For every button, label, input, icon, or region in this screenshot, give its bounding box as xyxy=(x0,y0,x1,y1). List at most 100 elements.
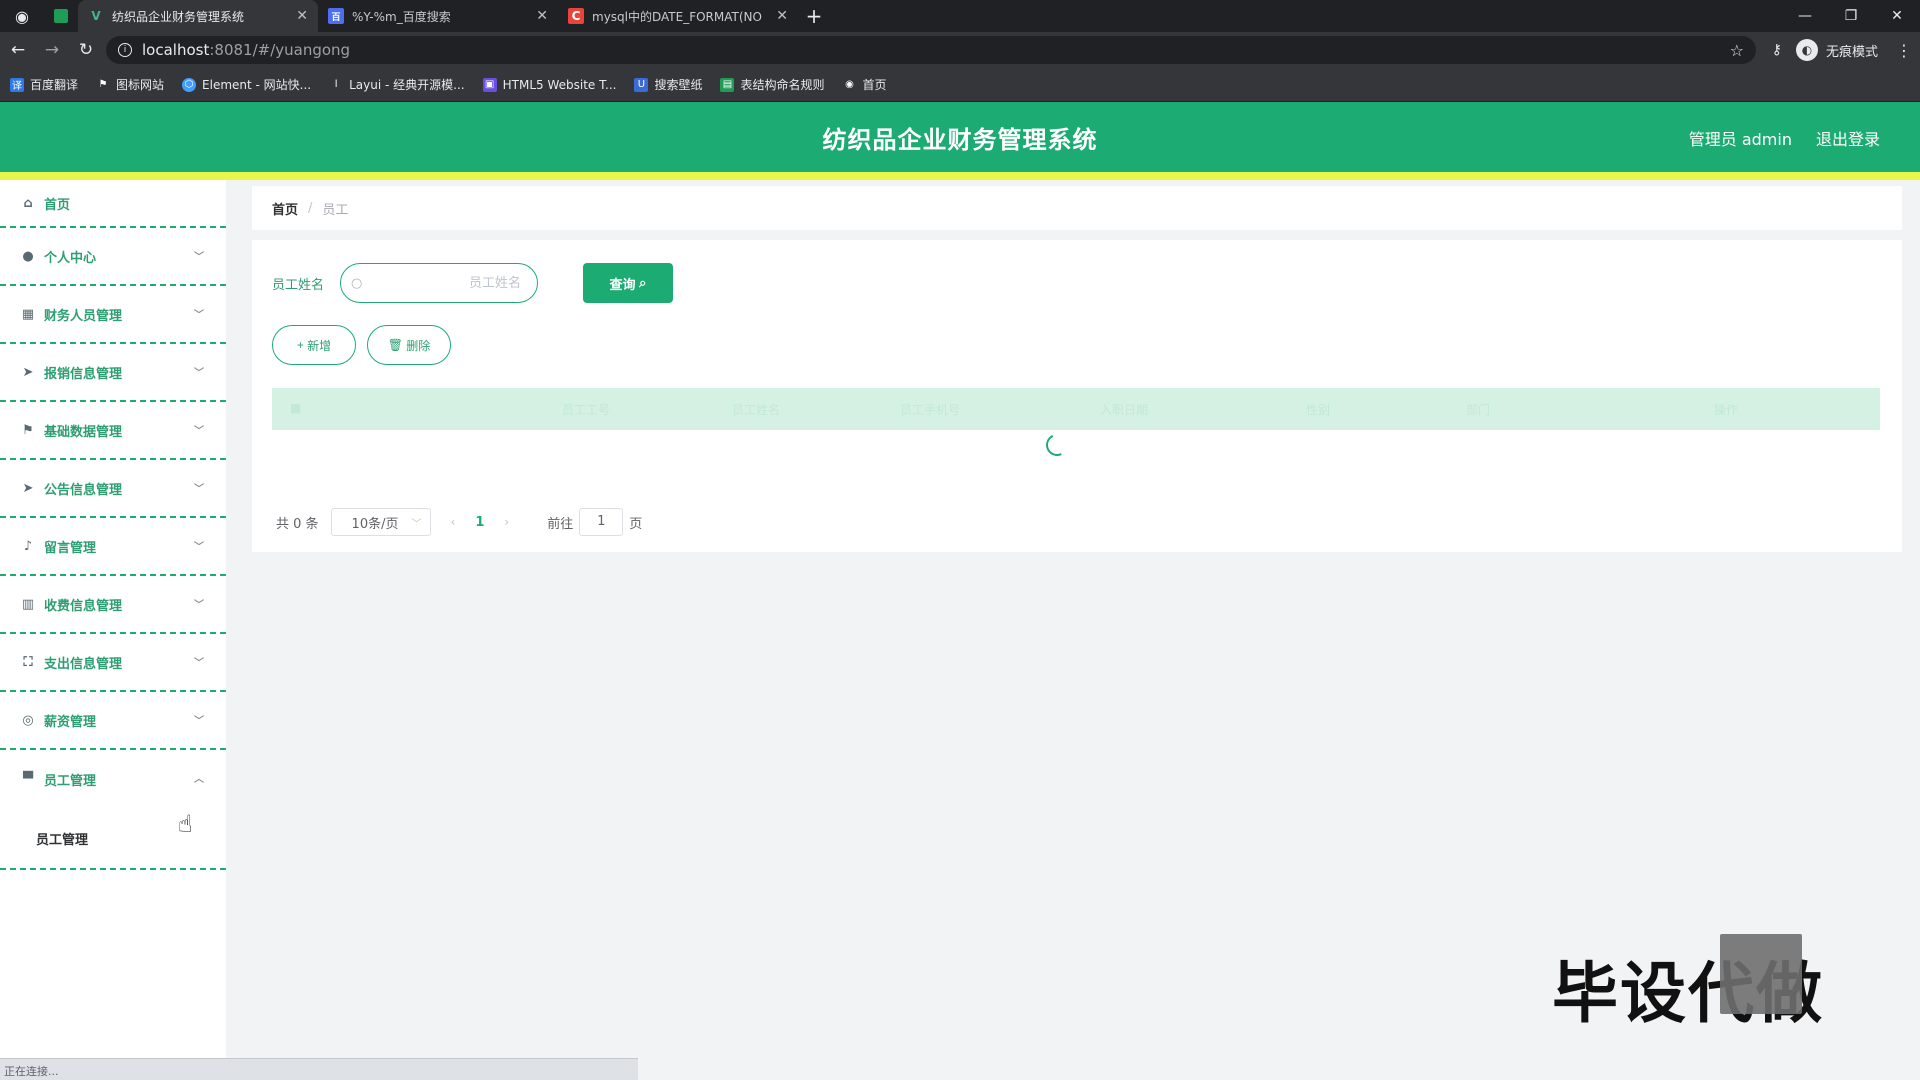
chevron-down-icon: ﹀ xyxy=(194,484,204,495)
tab-active[interactable]: V 纺织品企业财务管理系统 ✕ xyxy=(78,0,318,32)
chevron-down-icon: ﹀ xyxy=(194,252,204,263)
sidebar-item-reimbursement[interactable]: ➤ 报销信息管理 ﹀ xyxy=(0,344,226,402)
sidebar-item-label: 支出信息管理 xyxy=(44,656,123,672)
chevron-down-icon: ﹀ xyxy=(194,600,204,611)
goto-page-input[interactable]: 1 xyxy=(579,508,624,536)
trash-icon: 🗑 xyxy=(387,338,403,352)
close-tab-icon[interactable]: ✕ xyxy=(536,8,548,24)
monitor-icon: ▀ xyxy=(23,771,33,787)
chevron-down-icon: ﹀ xyxy=(194,716,204,727)
bookmark-item[interactable]: ◉ 首页 xyxy=(842,76,886,93)
address-bar[interactable]: i localhost:8081/#/yuangong ☆ xyxy=(106,36,1756,64)
bookmark-item[interactable]: U 搜索壁纸 xyxy=(634,76,702,93)
column-header: 性别 xyxy=(1306,403,1331,417)
search-input[interactable] xyxy=(371,272,521,294)
app-title: 纺织品企业财务管理系统 xyxy=(822,126,1098,154)
new-tab-button[interactable]: + xyxy=(798,4,830,28)
info-icon[interactable]: i xyxy=(118,43,132,57)
browser-tabstrip: ◉ V 纺织品企业财务管理系统 ✕ 百 %Y-%m_百度搜索 ✕ C mysql… xyxy=(0,0,1920,32)
send-icon: ➤ xyxy=(22,480,34,496)
search-field[interactable]: ○ xyxy=(340,263,538,303)
sidebar-item-employee[interactable]: ▀ 员工管理 ︿ xyxy=(0,750,226,808)
incognito-icon[interactable]: ◐ xyxy=(1795,39,1818,61)
globe-icon: ◉ xyxy=(845,79,854,90)
pagination-total: 共 0 条 xyxy=(276,516,319,532)
search-icon: ⌕ xyxy=(639,275,647,290)
bookmark-star-icon[interactable]: ☆ xyxy=(1730,41,1744,60)
bookmark-item[interactable]: ▣ HTML5 Website T... xyxy=(482,77,616,92)
bookmark-item[interactable]: 译百度翻译 xyxy=(10,76,78,93)
search-icon: ○ xyxy=(351,276,363,291)
chevron-up-icon: ︿ xyxy=(194,774,204,785)
sidebar-item-notice[interactable]: ➤ 公告信息管理 ﹀ xyxy=(0,460,226,518)
column-header: 员工工号 xyxy=(562,403,611,417)
toolbar-right: ⚷ ◐ 无痕模式 ⋮ xyxy=(1772,32,1912,68)
sidebar: ⌂ 首页 ● 个人中心 ﹀ ▦ 财务人员管理 ﹀ ➤ 报销信息管理 ﹀ ⚑ 基础… xyxy=(0,180,226,1060)
close-window-icon[interactable]: ✕ xyxy=(1874,0,1920,32)
bookmark-item[interactable]: ▤ 表结构命名规则 xyxy=(720,76,824,93)
header-accent-bar xyxy=(0,172,1920,180)
breadcrumb-home[interactable]: 首页 xyxy=(272,199,298,218)
microphone-icon: ♪ xyxy=(23,538,33,554)
pagination: 共 0 条 10条/页 ﹀ ‹ 1 › 前往 1 页 xyxy=(276,508,642,536)
sidebar-item-basic-data[interactable]: ⚑ 基础数据管理 ﹀ xyxy=(0,402,226,460)
sidebar-item-label: 公告信息管理 xyxy=(44,482,123,498)
user-icon: ● xyxy=(22,248,34,264)
breadcrumb-current: 员工 xyxy=(322,202,349,218)
window-controls: — ❐ ✕ xyxy=(1782,0,1920,32)
flag-icon: ⚑ xyxy=(98,79,108,90)
sheet-icon xyxy=(54,9,68,23)
breadcrumb: 首页 / 员工 xyxy=(252,186,1902,230)
query-button[interactable]: 查询 ⌕ xyxy=(583,263,673,303)
close-tab-icon[interactable]: ✕ xyxy=(776,8,788,24)
home-icon: ⌂ xyxy=(23,195,33,211)
close-tab-icon[interactable]: ✕ xyxy=(296,8,308,24)
sidebar-item-label: 员工管理 xyxy=(44,773,97,789)
page-size-value: 10条/页 xyxy=(351,516,399,532)
next-page-icon[interactable]: › xyxy=(504,515,509,529)
select-all-checkbox[interactable]: ■ xyxy=(290,401,301,415)
add-button[interactable]: + 新增 xyxy=(272,325,356,365)
layui-icon: l xyxy=(334,79,338,90)
back-icon[interactable]: ← xyxy=(2,34,34,66)
page-size-select[interactable]: 10条/页 ﹀ xyxy=(330,508,431,536)
sidebar-item-label: 报销信息管理 xyxy=(44,366,123,382)
bookmark-item[interactable]: l Layui - 经典开源模... xyxy=(329,76,465,93)
element-icon: ⬡ xyxy=(182,77,197,92)
sidebar-item-label: 收费信息管理 xyxy=(44,598,123,614)
page-number[interactable]: 1 xyxy=(475,515,484,530)
minimize-icon[interactable]: — xyxy=(1782,0,1828,32)
prev-page-icon[interactable]: ‹ xyxy=(451,515,456,529)
sidebar-item-expense[interactable]: ⛶ 支出信息管理 ﹀ xyxy=(0,634,226,692)
delete-button[interactable]: 🗑 删除 xyxy=(367,325,451,365)
tab-title: 纺织品企业财务管理系统 xyxy=(112,9,245,24)
bookmark-item[interactable]: ⚑ 图标网站 xyxy=(96,76,165,93)
key-icon[interactable]: ⚷ xyxy=(1772,42,1782,58)
table-body xyxy=(272,430,1880,482)
chevron-down-icon: ﹀ xyxy=(194,368,204,379)
sidebar-item-label: 基础数据管理 xyxy=(44,424,123,440)
admin-label: 管理员 admin xyxy=(1688,130,1792,149)
forward-icon[interactable]: → xyxy=(36,34,68,66)
column-header: 入职日期 xyxy=(1100,403,1149,417)
chrome-menu-icon[interactable]: ◉ xyxy=(0,0,44,32)
tab-mysql[interactable]: C mysql中的DATE_FORMAT(NO ✕ xyxy=(558,0,798,32)
profile-label[interactable]: 无痕模式 xyxy=(1826,41,1878,60)
tab-baidu[interactable]: 百 %Y-%m_百度搜索 ✕ xyxy=(318,0,558,32)
sidebar-item-salary[interactable]: ◎ 薪资管理 ﹀ xyxy=(0,692,226,750)
restore-icon[interactable]: ❐ xyxy=(1828,0,1874,32)
kebab-menu-icon[interactable]: ⋮ xyxy=(1896,41,1912,60)
reload-icon[interactable]: ↻ xyxy=(70,34,102,66)
sidebar-item-message[interactable]: ♪ 留言管理 ﹀ xyxy=(0,518,226,576)
sidebar-item-personal[interactable]: ● 个人中心 ﹀ xyxy=(0,228,226,286)
sidebar-item-home[interactable]: ⌂ 首页 xyxy=(0,180,226,228)
logout-link[interactable]: 退出登录 xyxy=(1816,126,1880,150)
app-header: 纺织品企业财务管理系统 管理员 admin 退出登录 xyxy=(0,102,1920,172)
bookmarks-bar: 译百度翻译 ⚑ 图标网站 ⬡ Element - 网站快... l Layui - 经… xyxy=(0,68,1920,102)
pinned-tab[interactable] xyxy=(44,0,78,32)
column-header: 部门 xyxy=(1466,403,1491,417)
bookmark-item[interactable]: ⬡ Element - 网站快... xyxy=(182,76,311,93)
sidebar-item-income[interactable]: ▥ 收费信息管理 ﹀ xyxy=(0,576,226,634)
sidebar-item-finance-staff[interactable]: ▦ 财务人员管理 ﹀ xyxy=(0,286,226,344)
tab-title: mysql中的DATE_FORMAT(NO xyxy=(592,9,762,24)
